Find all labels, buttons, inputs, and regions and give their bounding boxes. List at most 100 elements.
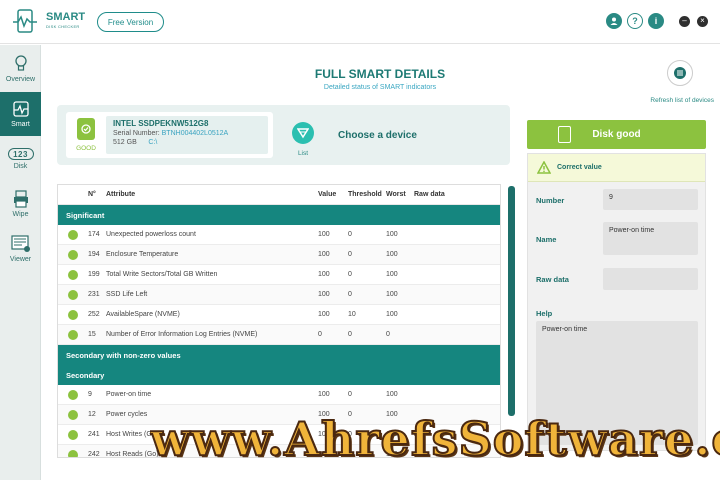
table-row[interactable]: 9 Power-on time 100 0 100 [58,385,500,405]
warning-icon [537,161,551,174]
table-header: N° Attribute Value Threshold Worst Raw d… [58,185,500,205]
close-icon[interactable]: × [697,16,708,27]
cell-value: 100 [318,271,330,278]
sidebar-item-overview[interactable]: Overview [0,47,41,91]
page-title: FULL SMART DETAILS [314,67,446,81]
title-bar: SMART DISK CHECKER Free Version ? i – × [0,0,720,44]
user-icon[interactable] [606,13,622,29]
number-value: 9 [603,189,698,210]
status-cell [58,409,88,420]
app-brand: SMART DISK CHECKER [46,12,85,32]
status-cell [58,389,88,400]
status-dot-icon [68,389,78,400]
cell-attribute: Number of Error Information Log Entries … [106,331,258,338]
cell-worst: 100 [386,291,398,298]
cell-number: 231 [88,291,100,298]
device-name: INTEL SSDPEKNW512G8 [113,119,209,128]
col-attribute[interactable]: Attribute [106,191,318,198]
sidebar-item-label: Disk [13,163,28,170]
info-icon[interactable]: i [648,13,664,29]
status-cell [58,429,88,440]
cell-worst: 100 [386,251,398,258]
status-dot-icon [68,289,78,300]
printer-icon [11,190,31,208]
cell-number: 252 [88,311,100,318]
status-dot-icon [68,249,78,260]
cell-worst: 100 [386,311,398,318]
cell-attribute: Power-on time [106,391,152,398]
cell-value: 100 [318,291,330,298]
correct-value-header: Correct value [528,154,705,182]
disk-status-banner: Disk good [527,120,706,149]
status-dot-icon [68,429,78,440]
device-size-drive: 512 GB C:\ [113,139,261,146]
disk-good-icon [558,126,571,143]
minimize-icon[interactable]: – [679,16,690,27]
page-subtitle: Detailed status of SMART indicators [323,84,437,91]
name-value: Power-on time [603,222,698,255]
cell-number: 199 [88,271,100,278]
table-row[interactable]: 15 Number of Error Information Log Entrie… [58,325,500,345]
disk-digits-icon: 123 [7,148,34,160]
table-row[interactable]: 194 Enclosure Temperature 100 0 100 [58,245,500,265]
sidebar-item-label: Wipe [12,211,29,218]
table-row[interactable]: 174 Unexpected powerloss count 100 0 100 [58,225,500,245]
raw-data-value [603,268,698,290]
refresh-devices-link[interactable]: Refresh list of devices [630,97,714,104]
cell-value: 0 [318,331,322,338]
status-cell [58,329,88,340]
choose-device-label[interactable]: Choose a device [338,130,417,141]
help-icon[interactable]: ? [627,13,643,29]
table-scrollbar[interactable] [508,186,515,416]
cell-threshold: 0 [348,291,352,298]
serial-value: BTNH004402L0512A [161,130,229,137]
cell-worst: 100 [386,231,398,238]
cell-number: 242 [88,451,100,458]
status-dot-icon [68,449,78,457]
status-cell [58,309,88,320]
sidebar-item-viewer[interactable]: Viewer [0,227,41,271]
table-row[interactable]: 199 Total Write Sectors/Total GB Written 1… [58,265,500,285]
col-threshold[interactable]: Threshold [348,191,386,198]
status-cell [58,289,88,300]
sidebar-item-wipe[interactable]: Wipe [0,182,41,226]
cell-value: 100 [318,251,330,258]
cell-threshold: 0 [348,271,352,278]
cell-threshold: 0 [348,331,352,338]
cell-attribute: AvailableSpare (NVME) [106,311,180,318]
name-label: Name [536,235,557,244]
refresh-icon[interactable] [667,60,693,86]
status-cell [58,269,88,280]
status-dot-icon [68,329,78,340]
device-serial: Serial Number: BTNH004402L0512A [113,130,261,137]
col-worst[interactable]: Worst [386,191,414,198]
sidebar-item-smart[interactable]: Smart [0,92,41,136]
cell-threshold: 0 [348,231,352,238]
free-version-button[interactable]: Free Version [97,12,164,32]
col-number[interactable]: N° [88,191,106,198]
cell-number: 12 [88,411,96,418]
status-dot-icon [68,229,78,240]
table-row[interactable]: 252 AvailableSpare (NVME) 100 10 100 [58,305,500,325]
cell-threshold: 0 [348,391,352,398]
sidebar: Overview Smart 123 Disk Wipe Viewer [0,45,41,480]
col-raw-data[interactable]: Raw data [414,191,474,198]
list-label[interactable]: List [292,150,314,157]
col-value[interactable]: Value [318,191,348,198]
cell-attribute: Unexpected powerloss count [106,231,196,238]
cell-number: 174 [88,231,100,238]
correct-value-label: Correct value [557,164,602,171]
device-drive: C:\ [148,139,158,146]
section-significant: Significant [58,205,500,225]
list-devices-icon[interactable] [292,122,314,144]
status-cell [58,229,88,240]
watermark-text: www.AhrefsSoftware.com [150,412,720,467]
sidebar-item-label: Smart [11,121,30,128]
status-dot-icon [68,309,78,320]
table-row[interactable]: 231 SSD Life Left 100 0 100 [58,285,500,305]
cell-number: 241 [88,431,100,438]
detail-panel: Correct value Number 9 Name Power-on tim… [527,153,706,451]
sidebar-item-label: Viewer [9,256,32,263]
sidebar-item-disk[interactable]: 123 Disk [0,137,41,181]
status-cell [58,449,88,457]
